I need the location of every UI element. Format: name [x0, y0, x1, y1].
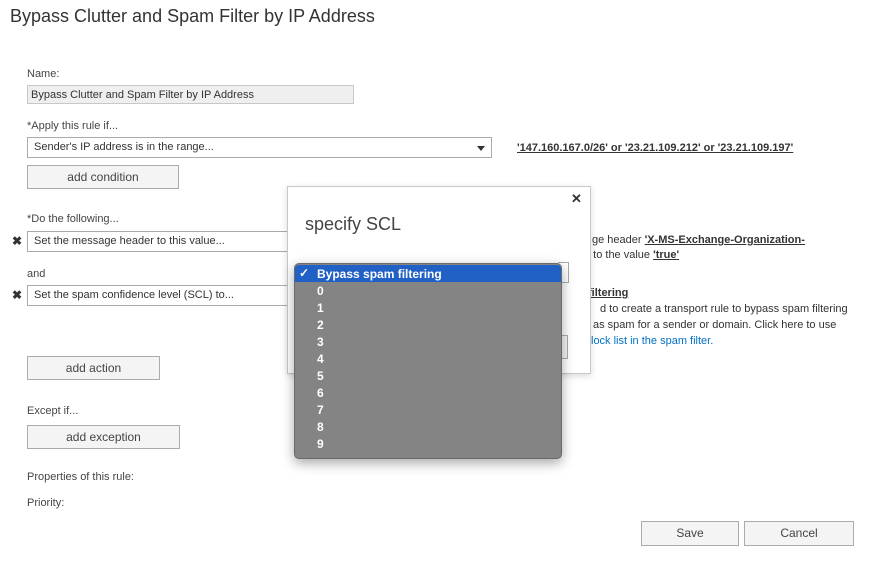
condition-select[interactable]: Sender's IP address is in the range... [27, 137, 492, 158]
add-exception-button[interactable]: add exception [27, 425, 180, 449]
add-action-button[interactable]: add action [27, 356, 160, 380]
cancel-button[interactable]: Cancel [744, 521, 854, 546]
do-following-label: *Do the following... [27, 213, 119, 225]
option-1[interactable]: 1 [317, 301, 324, 315]
checkmark-icon: ✓ [299, 266, 310, 280]
add-condition-button[interactable]: add condition [27, 165, 179, 189]
option-6[interactable]: 6 [317, 386, 324, 400]
option-4[interactable]: 4 [317, 352, 324, 366]
and-label: and [27, 268, 46, 280]
option-2[interactable]: 2 [317, 318, 324, 332]
block-list-link[interactable]: lock list in the spam filter. [591, 335, 713, 347]
option-3[interactable]: 3 [317, 335, 324, 349]
scl-dropdown-menu[interactable]: ✓ Bypass spam filtering 0 1 2 3 4 5 6 7 … [294, 263, 562, 459]
save-button[interactable]: Save [641, 521, 739, 546]
option-7[interactable]: 7 [317, 403, 324, 417]
action-2-description-line2: as spam for a sender or domain. Click he… [593, 319, 837, 331]
action-1-description: ge header 'X-MS-Exchange-Organization- [592, 234, 805, 246]
except-label: Except if... [27, 405, 79, 417]
action-1-desc-mid: ' to the value [588, 249, 651, 261]
option-9[interactable]: 9 [317, 437, 324, 451]
priority-label: Priority: [27, 497, 65, 509]
action-1-select[interactable]: Set the message header to this value... [27, 231, 292, 252]
properties-label: Properties of this rule: [27, 471, 134, 483]
action-1-description-line2: ' to the value 'true' [588, 249, 679, 261]
action-1-desc-prefix: ge header [592, 234, 642, 246]
apply-rule-label: *Apply this rule if... [27, 120, 119, 132]
action-1-select-value: Set the message header to this value... [34, 235, 225, 247]
option-0[interactable]: 0 [317, 284, 324, 298]
condition-select-value: Sender's IP address is in the range... [34, 141, 214, 153]
condition-value-link[interactable]: '147.160.167.0/26' or '23.21.109.212' or… [517, 142, 793, 154]
remove-action-1-icon[interactable]: ✖ [12, 234, 22, 248]
option-bypass[interactable]: Bypass spam filtering [317, 267, 442, 281]
page-title: Bypass Clutter and Spam Filter by IP Add… [10, 6, 375, 26]
chevron-down-icon [477, 146, 485, 151]
close-icon[interactable]: ✕ [571, 191, 582, 207]
action-2-select[interactable]: Set the spam confidence level (SCL) to..… [27, 285, 292, 306]
dialog-title: specify SCL [305, 214, 402, 234]
option-8[interactable]: 8 [317, 420, 324, 434]
header-value-link[interactable]: 'true' [653, 249, 679, 261]
remove-action-2-icon[interactable]: ✖ [12, 288, 22, 302]
action-2-description-line1: d to create a transport rule to bypass s… [600, 303, 848, 315]
option-5[interactable]: 5 [317, 369, 324, 383]
header-name-link[interactable]: 'X-MS-Exchange-Organization- [645, 234, 805, 246]
filtering-link[interactable]: filtering [588, 287, 628, 299]
name-label: Name: [27, 68, 60, 80]
name-field[interactable]: Bypass Clutter and Spam Filter by IP Add… [27, 85, 354, 104]
action-2-select-value: Set the spam confidence level (SCL) to..… [34, 289, 234, 301]
